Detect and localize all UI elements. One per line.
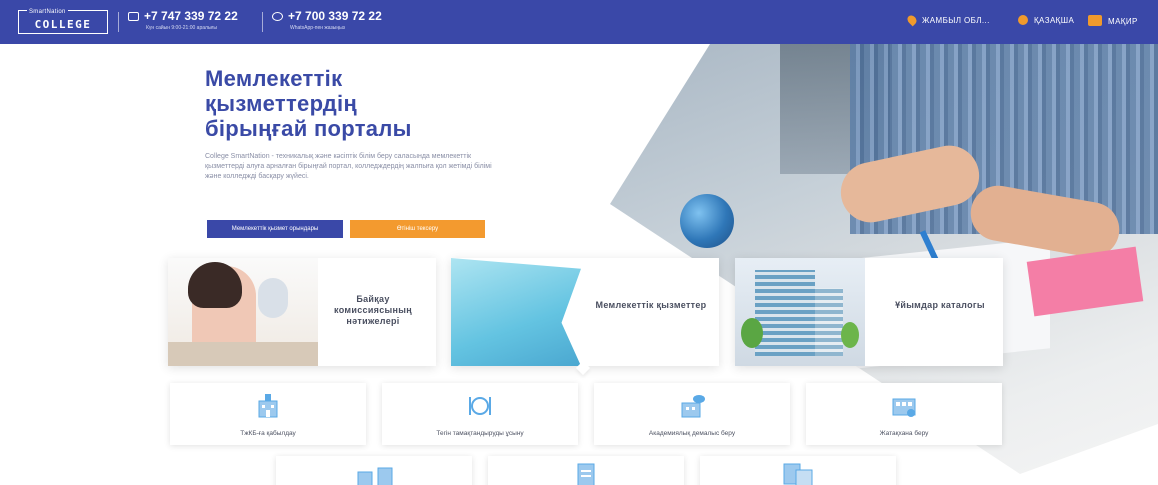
hero-title-line: Мемлекеттік xyxy=(205,66,343,91)
tile-label: Академиялық демалыс беру xyxy=(648,430,736,437)
card-label: Байқау комиссиясының нәтижелері xyxy=(334,294,412,326)
hero-title: Мемлекеттік қызметтердің бірыңғай портал… xyxy=(205,66,505,141)
photo-detail xyxy=(168,342,318,366)
free-meals-tile[interactable]: Тегін тамақтандыруды ұсыну xyxy=(382,383,578,445)
hero-description: College SmartNation - техникалық және кә… xyxy=(205,153,492,180)
college-logo[interactable]: SmartNation COLLEGE xyxy=(18,9,108,34)
photo-detail xyxy=(258,278,288,318)
phone-hours-text: Күн сайын 9:00-21:00 аралығы xyxy=(146,25,217,31)
service-tile[interactable] xyxy=(700,456,896,485)
phone-icon xyxy=(128,12,139,21)
dormitory-icon xyxy=(892,398,916,417)
whatsapp-icon xyxy=(272,12,283,21)
academic-leave-tile[interactable]: Академиялық демалыс беру xyxy=(594,383,790,445)
tile-label: Жатақхана беру xyxy=(879,430,929,437)
phone-block-2[interactable]: +7 700 339 72 22 WhatsApp-пен жазыңыз xyxy=(272,9,382,31)
logo-main-text: COLLEGE xyxy=(34,18,92,31)
tvet-admission-tile[interactable]: ТжКБ-ға қабылдау xyxy=(170,383,366,445)
service-tile[interactable] xyxy=(276,456,472,485)
location-pin-icon xyxy=(905,13,919,27)
header-divider xyxy=(262,12,263,32)
documents-icon xyxy=(783,463,813,485)
phone-block-1[interactable]: +7 747 339 72 22 Күн сайын 9:00-21:00 ар… xyxy=(128,9,238,31)
photo-detail xyxy=(188,262,242,308)
public-services-button[interactable]: Мемлекеттік қызмет орындары xyxy=(207,220,343,238)
building-photo xyxy=(735,258,865,366)
header-divider xyxy=(118,12,119,32)
student-photo xyxy=(168,258,318,366)
public-services-card[interactable]: Мемлекеттік қызметтер xyxy=(451,258,719,366)
logo-top-text: SmartNation xyxy=(27,9,68,15)
tile-label: Тегін тамақтандыруды ұсыну xyxy=(436,430,524,437)
language-label: ҚАЗАҚША xyxy=(1034,16,1075,25)
hero-title-line: қызметтердің xyxy=(205,91,358,116)
card-label: Ұйымдар каталогы xyxy=(895,300,985,310)
school-building-icon xyxy=(258,394,278,418)
check-application-button[interactable]: Өтініш тексеру xyxy=(350,220,485,238)
building-chat-icon xyxy=(681,395,705,418)
photo-detail xyxy=(815,288,843,356)
commission-results-card[interactable]: Байқау комиссиясының нәтижелері xyxy=(168,258,436,366)
phone-number-1[interactable]: +7 747 339 72 22 xyxy=(144,9,238,23)
organizations-catalog-card[interactable]: Ұйымдар каталогы xyxy=(735,258,1003,366)
photo-detail xyxy=(741,318,763,348)
language-selector[interactable]: ҚАЗАҚША xyxy=(1018,15,1074,25)
top-header: SmartNation COLLEGE +7 747 339 72 22 Күн… xyxy=(0,0,1158,44)
globe-icon xyxy=(1018,15,1028,25)
hero-title-line: бірыңғай порталы xyxy=(205,116,412,141)
photo-detail xyxy=(755,270,815,356)
globe-photo xyxy=(680,194,734,248)
meal-icon xyxy=(469,397,491,415)
phone-number-2[interactable]: +7 700 339 72 22 xyxy=(288,9,382,23)
login-label: МАҚИР xyxy=(1108,17,1138,26)
dormitory-tile[interactable]: Жатақхана беру xyxy=(806,383,1002,445)
document-icon xyxy=(577,463,595,485)
tile-label: ТжКБ-ға қабылдау xyxy=(240,430,296,437)
region-selector[interactable]: ЖАМБЫЛ ОБЛ... xyxy=(905,13,990,27)
region-label: ЖАМБЫЛ ОБЛ... xyxy=(922,16,990,25)
user-card-icon xyxy=(1088,15,1102,26)
service-tile[interactable] xyxy=(488,456,684,485)
whatsapp-text: WhatsApp-пен жазыңыз xyxy=(290,25,345,31)
card-label: Мемлекеттік қызметтер xyxy=(595,300,707,310)
buildings-icon xyxy=(357,467,393,485)
photo-detail xyxy=(841,322,859,348)
map-graphic xyxy=(451,258,581,366)
login-button[interactable]: МАҚИР xyxy=(1088,15,1138,26)
